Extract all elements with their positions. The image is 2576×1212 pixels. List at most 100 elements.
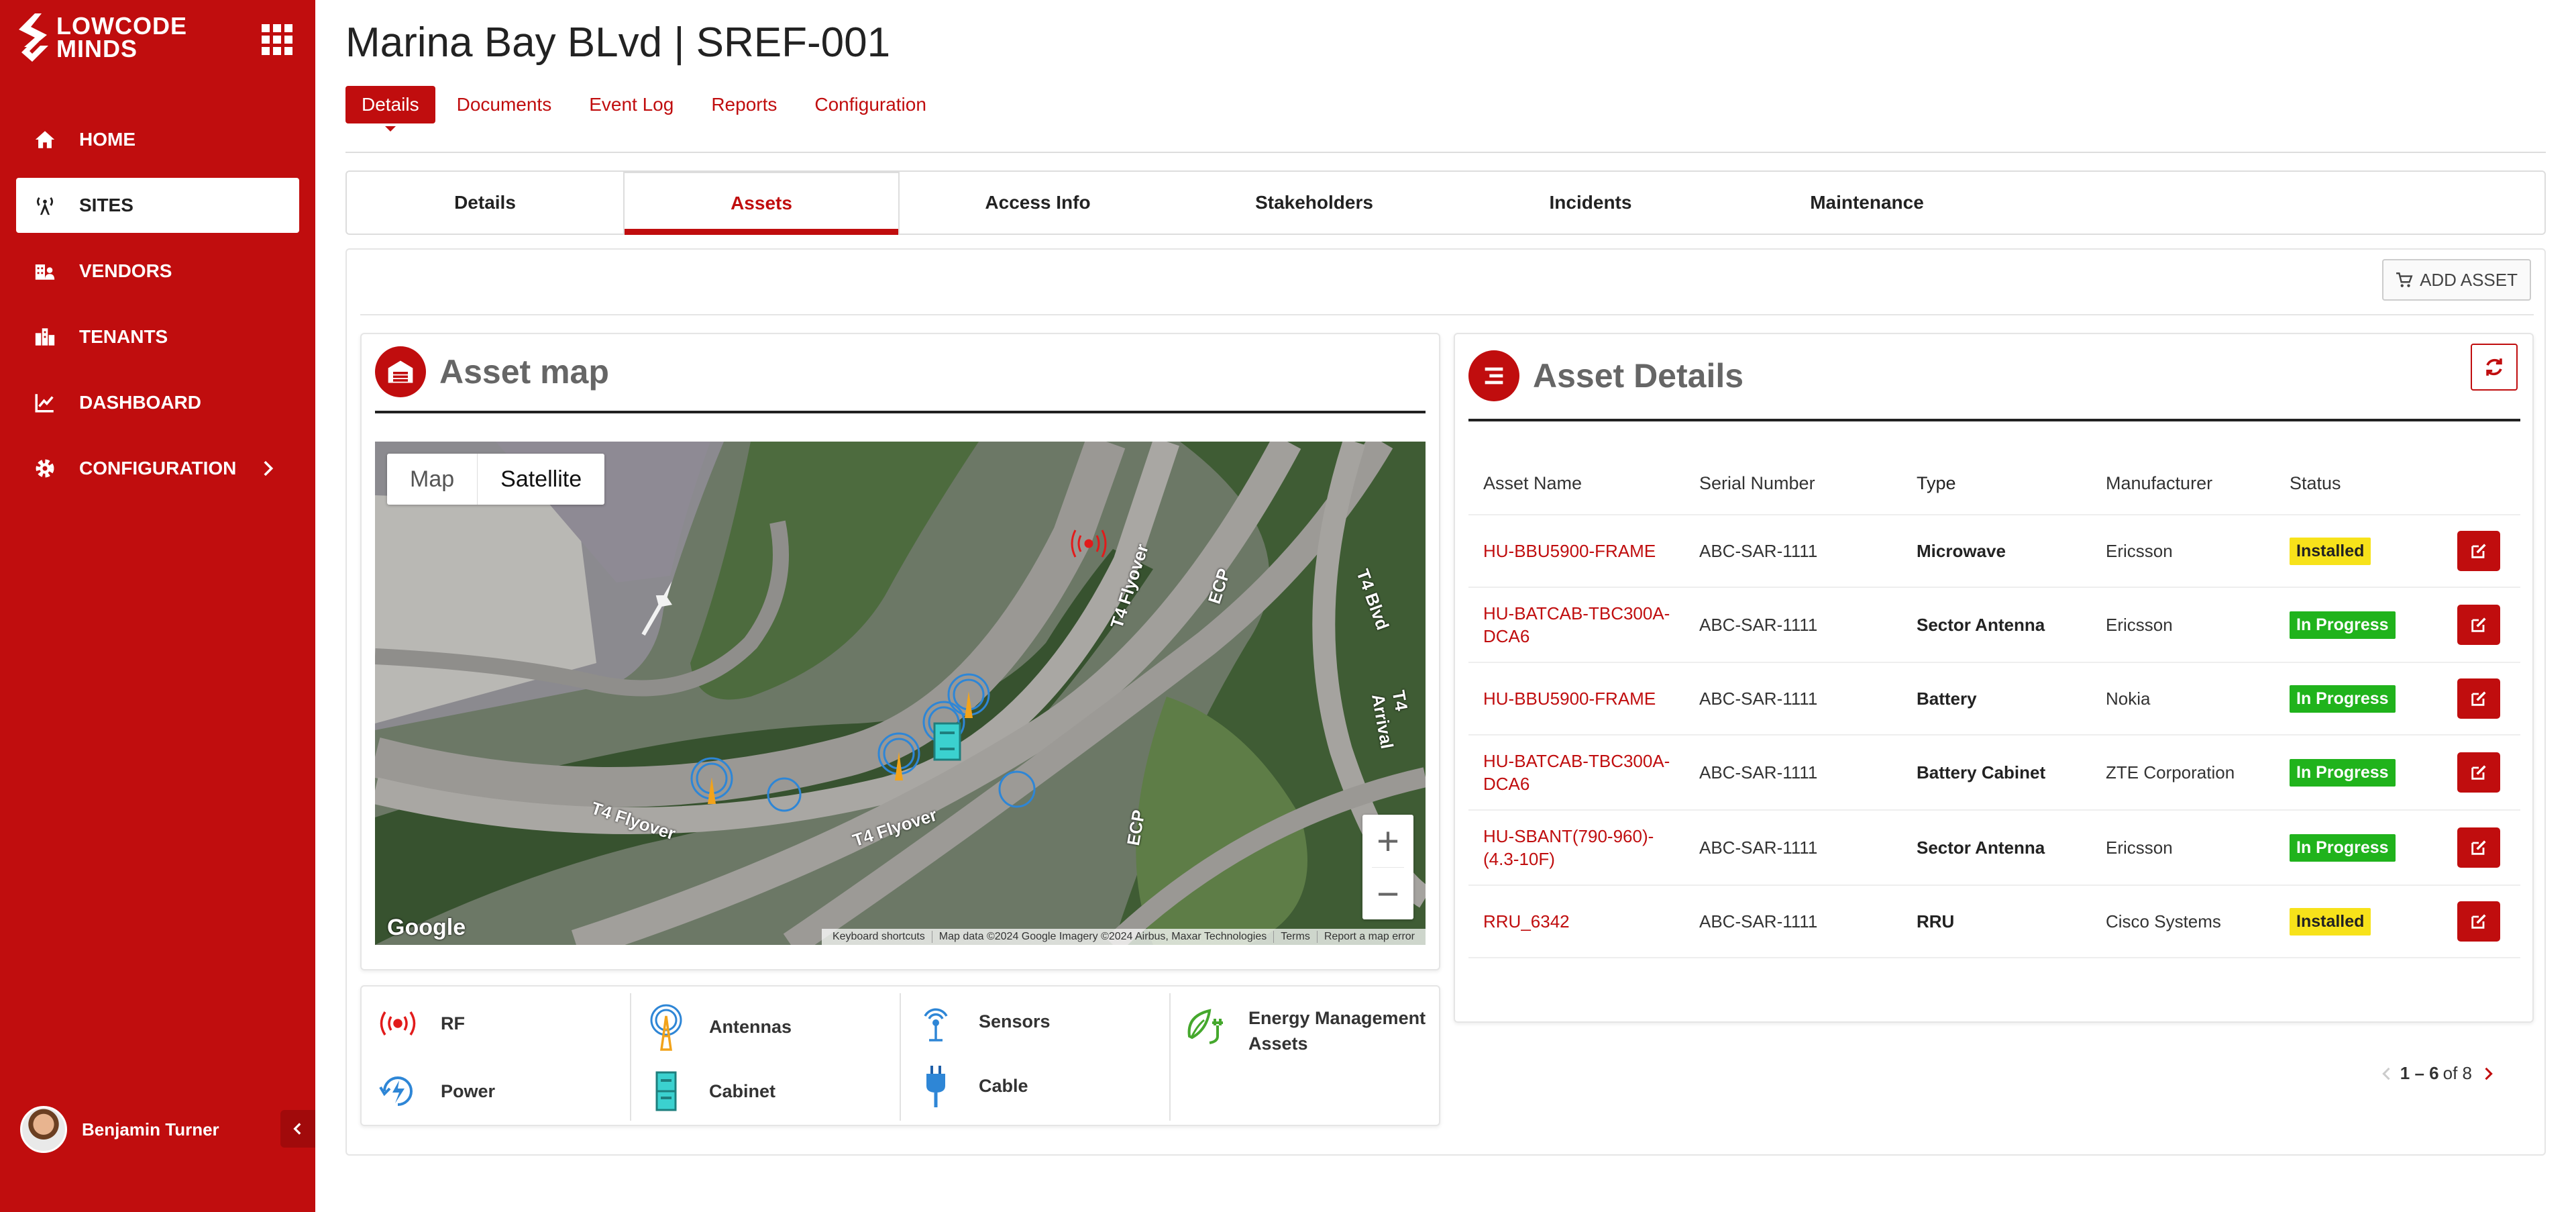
table-row: RRU_6342 ABC-SAR-1111 RRU Cisco Systems … (1468, 886, 2520, 958)
column-asset-name[interactable]: Asset Name (1468, 472, 1684, 495)
edit-button[interactable] (2457, 901, 2500, 942)
status-badge: In Progress (2290, 685, 2396, 713)
asset-type: Sector Antenna (1917, 837, 2045, 858)
tab-event-log[interactable]: Event Log (573, 86, 690, 123)
tab-documents[interactable]: Documents (441, 86, 568, 123)
sidebar-item-tenants[interactable]: TENANTS (16, 309, 299, 364)
warehouse-icon (375, 346, 426, 397)
brand-line-2: MINDS (56, 35, 138, 62)
subtab-maintenance[interactable]: Maintenance (1729, 172, 2005, 234)
asset-name-link[interactable]: HU-BATCAB-TBC300A-DCA6 (1468, 602, 1684, 648)
legend-item-cabinet: Cabinet (643, 1070, 775, 1113)
legend-item-rf: RF (375, 1007, 465, 1040)
asset-map-title: Asset map (439, 353, 609, 391)
serial-number: ABC-SAR-1111 (1699, 762, 1818, 782)
subtab-incidents[interactable]: Incidents (1452, 172, 1729, 234)
asset-name-link[interactable]: HU-BBU5900-FRAME (1468, 540, 1684, 562)
edit-button[interactable] (2457, 531, 2500, 571)
edit-button[interactable] (2457, 678, 2500, 719)
subtab-assets[interactable]: Assets (623, 172, 900, 235)
avatar (20, 1106, 67, 1153)
table-header: Asset Name Serial Number Type Manufactur… (1468, 452, 2520, 515)
column-type[interactable]: Type (1902, 473, 2091, 494)
sidebar-item-label: HOME (79, 129, 136, 150)
asset-table: Asset Name Serial Number Type Manufactur… (1468, 452, 2520, 958)
column-serial-number[interactable]: Serial Number (1684, 473, 1902, 494)
subtab-stakeholders[interactable]: Stakeholders (1176, 172, 1452, 234)
asset-name-link[interactable]: HU-BBU5900-FRAME (1468, 687, 1684, 710)
edit-icon (2471, 765, 2486, 780)
user-profile[interactable]: Benjamin Turner (20, 1106, 219, 1153)
zoom-in-button[interactable]: + (1362, 815, 1413, 867)
status-badge: Installed (2290, 537, 2371, 565)
report-error-link[interactable]: Report a map error (1316, 931, 1421, 943)
asset-type: RRU (1917, 911, 1955, 931)
edit-button[interactable] (2457, 827, 2500, 868)
sidebar-item-home[interactable]: HOME (16, 112, 299, 167)
apps-grid-icon[interactable] (262, 24, 292, 55)
asset-map-header: Asset map (375, 346, 609, 397)
zoom-out-button[interactable]: − (1362, 868, 1413, 920)
brand-logo[interactable]: LOWCODE MINDS (15, 12, 187, 63)
asset-name-link[interactable]: RRU_6342 (1468, 910, 1684, 933)
page-total: of 8 (2443, 1063, 2472, 1083)
table-row: HU-BATCAB-TBC300A-DCA6 ABC-SAR-1111 Batt… (1468, 736, 2520, 811)
asset-details-title: Asset Details (1533, 357, 1744, 395)
map-type-map-button[interactable]: Map (387, 454, 477, 505)
status-badge: In Progress (2290, 834, 2396, 862)
tab-reports[interactable]: Reports (695, 86, 793, 123)
google-logo: Google (387, 915, 466, 940)
edit-button[interactable] (2457, 605, 2500, 645)
legend-item-power: Power (375, 1070, 495, 1113)
sidebar-item-vendors[interactable]: VENDORS (16, 244, 299, 299)
logo-mark-icon (15, 12, 52, 63)
asset-name-link[interactable]: HU-SBANT(790-960)-(4.3-10F) (1468, 825, 1684, 870)
asset-name-link[interactable]: HU-BATCAB-TBC300A-DCA6 (1468, 750, 1684, 795)
sidebar-item-configuration[interactable]: CONFIGURATION (16, 441, 299, 496)
subtab-details[interactable]: Details (347, 172, 623, 234)
manufacturer: Cisco Systems (2106, 911, 2221, 931)
satellite-map[interactable]: T4 Flyover T4 Flyover T4 Flyover ECP ECP… (375, 442, 1426, 945)
rf-icon (380, 1011, 416, 1036)
sidebar: LOWCODE MINDS HOME SITES VENDORS TENANTS… (0, 0, 315, 1212)
add-asset-button[interactable]: ADD ASSET (2382, 259, 2531, 301)
edit-button[interactable] (2457, 752, 2500, 793)
tab-configuration[interactable]: Configuration (798, 86, 943, 123)
cabinet-icon (655, 1071, 677, 1111)
table-row: HU-SBANT(790-960)-(4.3-10F) ABC-SAR-1111… (1468, 811, 2520, 886)
header-divider (345, 152, 2546, 153)
sidebar-item-dashboard[interactable]: DASHBOARD (16, 375, 299, 430)
zoom-controls: + − (1362, 815, 1413, 919)
sidebar-item-label: VENDORS (79, 260, 172, 281)
energy-leaf-icon (1187, 1009, 1223, 1044)
top-tabs: Details Documents Event Log Reports Conf… (345, 86, 948, 132)
column-manufacturer[interactable]: Manufacturer (2091, 473, 2275, 494)
asset-details-header: Asset Details (1468, 350, 1743, 401)
serial-number: ABC-SAR-1111 (1699, 688, 1818, 709)
next-page-icon[interactable] (2479, 1064, 2498, 1083)
subtab-access-info[interactable]: Access Info (900, 172, 1176, 234)
content-divider (360, 314, 2534, 315)
keyboard-shortcuts-link[interactable]: Keyboard shortcuts (826, 931, 932, 943)
legend-item-sensors: Sensors (913, 1000, 1051, 1043)
status-badge: In Progress (2290, 611, 2396, 639)
refresh-button[interactable] (2471, 344, 2518, 391)
prev-page-icon[interactable] (2377, 1064, 2396, 1083)
pagination: 1 – 6 of 8 (2377, 1063, 2498, 1084)
column-status[interactable]: Status (2275, 473, 2437, 494)
legend-divider (630, 993, 631, 1121)
collapse-sidebar-button[interactable] (280, 1110, 315, 1148)
terms-link[interactable]: Terms (1273, 931, 1317, 943)
status-badge: Installed (2290, 907, 2371, 936)
power-icon (379, 1076, 413, 1106)
sub-tabs: Details Assets Access Info Stakeholders … (345, 170, 2546, 235)
asset-type: Battery Cabinet (1917, 762, 2046, 782)
sidebar-item-label: DASHBOARD (79, 392, 201, 413)
serial-number: ABC-SAR-1111 (1699, 837, 1818, 858)
manufacturer: Ericsson (2106, 540, 2173, 561)
legend-label: Energy Management Assets (1248, 1008, 1426, 1054)
tab-details[interactable]: Details (345, 86, 435, 132)
sidebar-item-sites[interactable]: SITES (16, 178, 299, 233)
antenna-icon (34, 194, 56, 217)
map-type-satellite-button[interactable]: Satellite (477, 454, 604, 505)
